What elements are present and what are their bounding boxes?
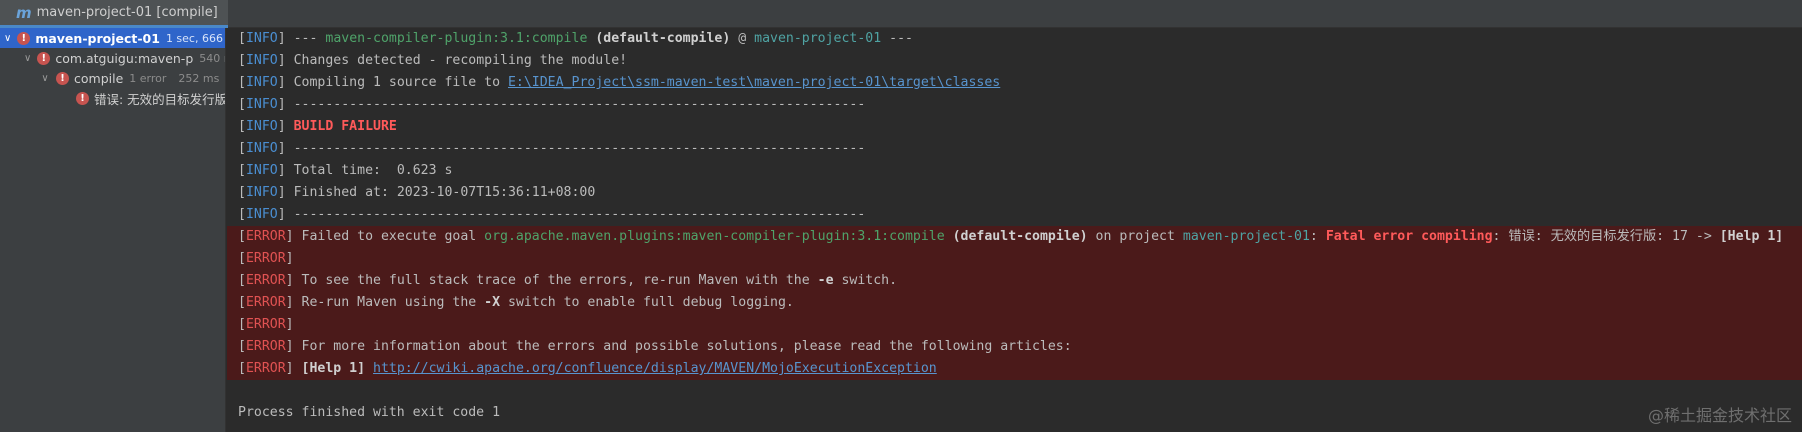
log-text: Finished at: 2023-10-07T15:36:11+08:00 xyxy=(293,185,596,200)
tree-node-duration: 1 sec, 666 ms xyxy=(165,31,225,45)
console-line: [INFO] --- maven-compiler-plugin:3.1:com… xyxy=(238,31,913,46)
project-name: maven-project-01 xyxy=(1182,229,1310,244)
separator: ----------------------------------------… xyxy=(293,141,866,156)
text: Re-run Maven using the xyxy=(301,295,485,310)
log-level-info: INFO xyxy=(245,53,278,68)
text: : 错误: 无效的目标发行版: 17 -> xyxy=(1492,229,1720,244)
error-icon: ! xyxy=(76,91,89,105)
text: --- xyxy=(293,31,326,46)
text: switch. xyxy=(833,273,898,288)
log-text: Compiling 1 source file to xyxy=(293,75,508,90)
maven-m-icon: m xyxy=(16,3,32,22)
log-level-info: INFO xyxy=(245,207,278,222)
run-tab-bar: m maven-project-01 [compile] xyxy=(0,0,1802,28)
text: on project xyxy=(1087,229,1183,244)
error-icon: ! xyxy=(17,31,31,45)
help-ref: [Help 1] xyxy=(301,361,366,376)
console-error-line: [ERROR] [Help 1] http://cwiki.apache.org… xyxy=(227,358,1802,380)
console-line: [INFO] Finished at: 2023-10-07T15:36:11+… xyxy=(238,185,596,200)
text: --- xyxy=(881,31,913,46)
text: @ xyxy=(730,31,755,46)
console-error-line: [ERROR] Failed to execute goal org.apach… xyxy=(227,226,1802,248)
console-output[interactable]: [INFO] --- maven-compiler-plugin:3.1:com… xyxy=(227,28,1802,432)
tree-node-label: com.atguigu:maven-p xyxy=(55,50,194,66)
exit-message: Process finished with exit code 1 xyxy=(238,405,501,420)
execution-id: (default-compile) xyxy=(587,31,731,46)
tree-node-duration: 540 ms xyxy=(199,51,225,65)
help-ref: [Help 1] xyxy=(1719,229,1784,244)
console-line: [INFO] ---------------------------------… xyxy=(238,97,866,112)
goal-name: org.apache.maven.plugins:maven-compiler-… xyxy=(484,229,945,244)
help-url-link[interactable]: http://cwiki.apache.org/confluence/displ… xyxy=(373,361,937,376)
chevron-down-icon[interactable]: ∨ xyxy=(4,33,11,44)
tree-node-compile[interactable]: ∨ ! compile 1 error 252 ms xyxy=(0,68,225,88)
log-level-error: ERROR xyxy=(245,273,286,288)
tree-node-label: compile xyxy=(74,70,124,86)
build-failure-text: BUILD FAILURE xyxy=(293,119,397,134)
output-path-link[interactable]: E:\IDEA_Project\ssm-maven-test\maven-pro… xyxy=(508,75,1000,90)
chevron-down-icon[interactable]: ∨ xyxy=(24,53,31,64)
log-text: For more information about the errors an… xyxy=(301,339,1072,354)
console-line: [INFO] BUILD FAILURE xyxy=(238,119,397,134)
log-level-info: INFO xyxy=(245,97,278,112)
log-level-error: ERROR xyxy=(245,295,286,310)
console-line: [INFO] ---------------------------------… xyxy=(238,207,866,222)
run-tab-title: maven-project-01 [compile] xyxy=(36,5,218,20)
tree-node-project[interactable]: ∨ ! maven-project-01 1 sec, 666 ms xyxy=(0,28,225,48)
plugin-name: maven-compiler-plugin:3.1:compile xyxy=(325,31,588,46)
tree-node-module[interactable]: ∨ ! com.atguigu:maven-p 540 ms xyxy=(0,48,225,68)
console-error-line: [ERROR] xyxy=(227,248,1802,270)
cli-flag: -e xyxy=(817,273,834,288)
console-error-line: [ERROR] Re-run Maven using the -X switch… xyxy=(227,292,1802,314)
error-icon: ! xyxy=(37,51,51,65)
log-level-error: ERROR xyxy=(245,339,286,354)
run-tab[interactable]: m maven-project-01 [compile] xyxy=(0,0,228,28)
tree-node-label: 错误: 无效的目标发行版: 17 xyxy=(94,91,226,107)
console-line: [INFO] Compiling 1 source file to E:\IDE… xyxy=(238,75,1001,90)
build-tree: ∨ ! maven-project-01 1 sec, 666 ms ∨ ! c… xyxy=(0,28,226,432)
log-level-info: INFO xyxy=(245,141,278,156)
log-text: Changes detected - recompiling the modul… xyxy=(293,53,628,68)
console-error-line: [ERROR] xyxy=(227,314,1802,336)
text: Failed to execute goal xyxy=(301,229,485,244)
log-level-info: INFO xyxy=(245,75,278,90)
log-level-error: ERROR xyxy=(245,229,286,244)
text: To see the full stack trace of the error… xyxy=(301,273,818,288)
console-error-line: [ERROR] To see the full stack trace of t… xyxy=(227,270,1802,292)
log-level-error: ERROR xyxy=(245,317,286,332)
console-line: Process finished with exit code 1 xyxy=(227,402,1802,424)
console-line: [INFO] Total time: 0.623 s xyxy=(238,163,453,178)
console-line: [INFO] Changes detected - recompiling th… xyxy=(238,53,628,68)
separator: ----------------------------------------… xyxy=(293,97,866,112)
fatal-error-text: Fatal error compiling xyxy=(1325,229,1493,244)
log-level-error: ERROR xyxy=(245,361,286,376)
tree-node-error-count: 1 error xyxy=(129,71,167,85)
error-icon: ! xyxy=(56,71,69,85)
tree-node-duration: 252 ms xyxy=(178,71,220,85)
text: switch to enable full debug logging. xyxy=(500,295,794,310)
cli-flag: -X xyxy=(484,295,501,310)
text: : xyxy=(1309,229,1326,244)
log-level-info: INFO xyxy=(245,185,278,200)
execution-id: (default-compile) xyxy=(944,229,1088,244)
log-level-info: INFO xyxy=(245,163,278,178)
log-level-error: ERROR xyxy=(245,251,286,266)
log-level-info: INFO xyxy=(245,31,278,46)
project-name: maven-project-01 xyxy=(754,31,882,46)
console-line: [INFO] ---------------------------------… xyxy=(238,141,866,156)
log-text: Total time: 0.623 s xyxy=(293,163,453,178)
log-level-info: INFO xyxy=(245,119,278,134)
watermark: @稀土掘金技术社区 xyxy=(1647,406,1792,425)
separator: ----------------------------------------… xyxy=(293,207,866,222)
tree-node-error-message[interactable]: ! 错误: 无效的目标发行版: 17 xyxy=(0,88,226,108)
console-error-line: [ERROR] For more information about the e… xyxy=(227,336,1802,358)
chevron-down-icon[interactable]: ∨ xyxy=(40,73,50,84)
tree-node-label: maven-project-01 xyxy=(35,30,160,46)
